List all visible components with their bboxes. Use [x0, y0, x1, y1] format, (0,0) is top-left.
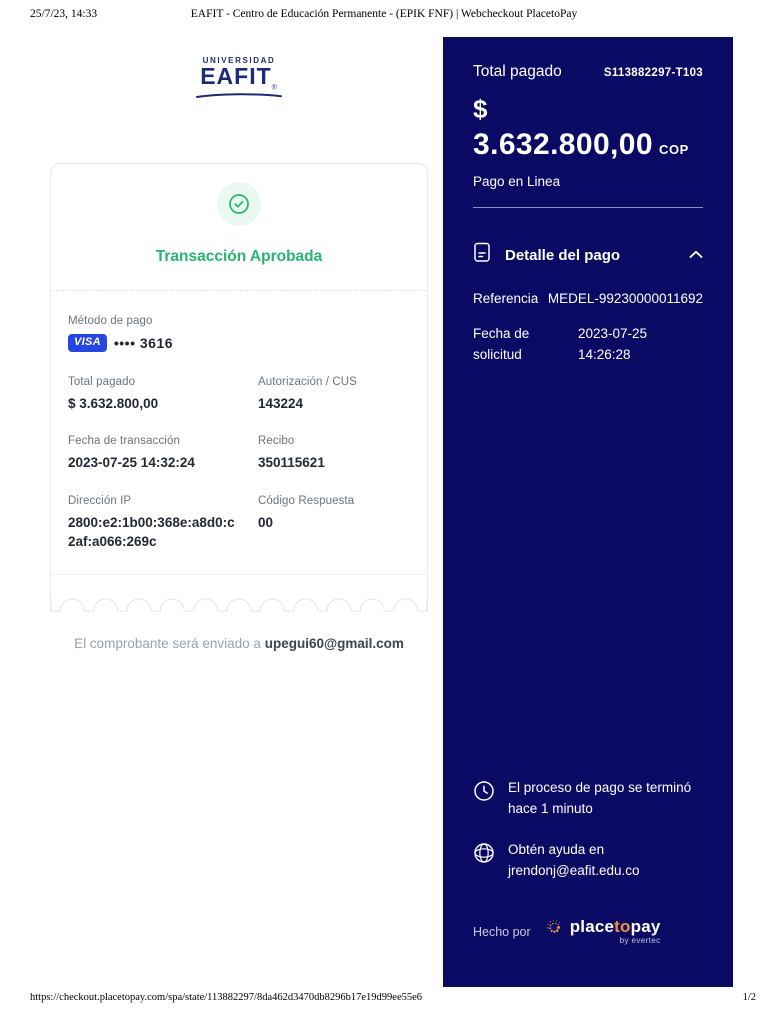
sidebar-divider	[473, 207, 703, 209]
payment-description: Pago en Linea	[473, 174, 561, 190]
authorization-value: 143224	[258, 395, 304, 411]
payment-method-label: Método de pago	[68, 314, 153, 327]
date-receipt-row: Fecha de transacción 2023-07-25 14:32:24…	[68, 435, 410, 473]
transaction-date-value: 2023-07-25 14:32:24	[68, 455, 195, 471]
print-preview-page: 25/7/23, 14:33 EAFIT - Centro de Educaci…	[0, 0, 768, 1024]
placetopay-logo: placetopay by evertec	[545, 918, 661, 945]
total-paid-value: $ 3.632.800,00	[68, 395, 159, 411]
payment-summary-sidebar: Total pagado S113882297-T103 $ 3.632.800…	[443, 37, 733, 987]
status-block: Transacción Aprobada	[51, 164, 427, 290]
scalloped-edge	[51, 597, 427, 612]
payment-detail-header[interactable]: Detalle del pago	[473, 242, 703, 268]
evertec-byline: by evertec	[619, 936, 661, 945]
ip-address-label: Dirección IP	[68, 494, 132, 507]
document-icon	[473, 242, 492, 268]
print-footer: https://checkout.placetopay.com/spa/stat…	[30, 992, 756, 1006]
visa-badge: VISA	[68, 333, 107, 352]
success-check-icon	[217, 181, 261, 226]
transaction-date-field: Fecha de transacción 2023-07-25 14:32:24	[68, 435, 240, 473]
eafit-name: EAFIT	[200, 63, 272, 89]
help-email: jrendonj@eafit.edu.co	[508, 863, 640, 879]
status-title: Transacción Aprobada	[155, 247, 323, 265]
currency-code: COP	[658, 142, 689, 158]
transaction-date-label: Fecha de transacción	[68, 435, 180, 448]
payment-method-field: Método de pago VISA •••• 3616	[68, 315, 410, 352]
reference-value: MEDEL-99230000011692	[547, 291, 703, 307]
ip-code-row: Dirección IP 2800:e2:1b00:368e:a8d0:c2af…	[68, 495, 410, 552]
email-note-prefix: El comprobante será enviado a	[74, 635, 265, 651]
ip-address-field: Dirección IP 2800:e2:1b00:368e:a8d0:c2af…	[68, 495, 240, 552]
payment-method-value: VISA •••• 3616	[68, 333, 410, 352]
response-code-value: 00	[258, 514, 274, 530]
email-note: El comprobante será enviado a upegui60@g…	[50, 636, 428, 651]
print-header: 25/7/23, 14:33 EAFIT - Centro de Educaci…	[30, 8, 738, 24]
card-mask: •••• 3616	[113, 334, 174, 351]
registered-mark: ®	[271, 84, 278, 92]
globe-icon	[473, 840, 495, 882]
ticket-stub	[51, 573, 427, 598]
placetopay-wordmark: placetopay by evertec	[570, 918, 661, 945]
clock-icon	[473, 778, 495, 820]
help-label: Obtén ayuda en	[508, 842, 605, 858]
process-finished-text: El proceso de pago se terminó hace 1 min…	[508, 780, 692, 817]
amount-value: 3.632.800,00	[473, 128, 653, 162]
sidebar-top-row: Total pagado S113882297-T103	[473, 63, 703, 81]
receipt-number-field: Recibo 350115621	[258, 435, 410, 473]
made-by-row: Hecho por placetopay by evertec	[473, 918, 703, 945]
placetopay-swirl-icon	[546, 920, 560, 933]
ip-address-value: 2800:e2:1b00:368e:a8d0:c2af:a066:269c	[68, 514, 235, 550]
transaction-code: S113882297-T103	[603, 67, 703, 79]
receipt-fields: Método de pago VISA •••• 3616 Total paga…	[51, 291, 427, 552]
payment-detail-title: Detalle del pago	[505, 246, 621, 264]
response-code-label: Código Respuesta	[258, 494, 355, 507]
total-auth-row: Total pagado $ 3.632.800,00 Autorización…	[68, 376, 410, 414]
print-datetime: 25/7/23, 14:33	[30, 8, 98, 20]
print-title: EAFIT - Centro de Educación Permanente -…	[190, 8, 578, 20]
receipt-number-value: 350115621	[258, 455, 325, 471]
total-paid-label: Total pagado	[68, 375, 136, 388]
response-code-field: Código Respuesta 00	[258, 495, 410, 552]
eafit-swoosh	[196, 92, 282, 98]
ptp-place: place	[569, 917, 615, 936]
receipt-number-label: Recibo	[258, 435, 295, 448]
currency-symbol: $	[473, 94, 488, 124]
total-paid-field: Total pagado $ 3.632.800,00	[68, 376, 240, 414]
eafit-logo: UNIVERSIDAD EAFIT®	[50, 56, 428, 99]
reference-row: Referencia MEDEL-99230000011692	[473, 291, 703, 306]
reference-label: Referencia	[473, 291, 539, 307]
authorization-label: Autorización / CUS	[258, 375, 357, 388]
ptp-pay: pay	[630, 917, 661, 936]
request-date-value: 2023-07-25 14:26:28	[578, 326, 648, 363]
ptp-to: to	[614, 917, 631, 936]
request-date-row: Fecha de solicitud 2023-07-25 14:26:28	[473, 324, 703, 366]
authorization-field: Autorización / CUS 143224	[258, 376, 410, 414]
page-indicator: 1/2	[742, 992, 756, 1003]
process-finished-note: El proceso de pago se terminó hace 1 min…	[473, 778, 703, 820]
made-by-label: Hecho por	[473, 924, 531, 939]
eafit-wordmark: EAFIT®	[200, 65, 278, 92]
receipt-card: Transacción Aprobada Método de pago VISA…	[50, 162, 428, 612]
help-note: Obtén ayuda en jrendonj@eafit.edu.co	[473, 840, 703, 882]
request-date-label: Fecha de solicitud	[473, 326, 530, 363]
email-note-address: upegui60@gmail.com	[264, 635, 404, 651]
help-text: Obtén ayuda en jrendonj@eafit.edu.co	[508, 840, 640, 882]
print-url: https://checkout.placetopay.com/spa/stat…	[30, 992, 423, 1003]
checkout-main-area: UNIVERSIDAD EAFIT® Transacción Aprobada	[50, 56, 428, 651]
sidebar-total-label: Total pagado	[473, 63, 562, 80]
chevron-up-icon[interactable]	[689, 246, 703, 264]
amount-row: 3.632.800,00 COP	[473, 128, 703, 161]
